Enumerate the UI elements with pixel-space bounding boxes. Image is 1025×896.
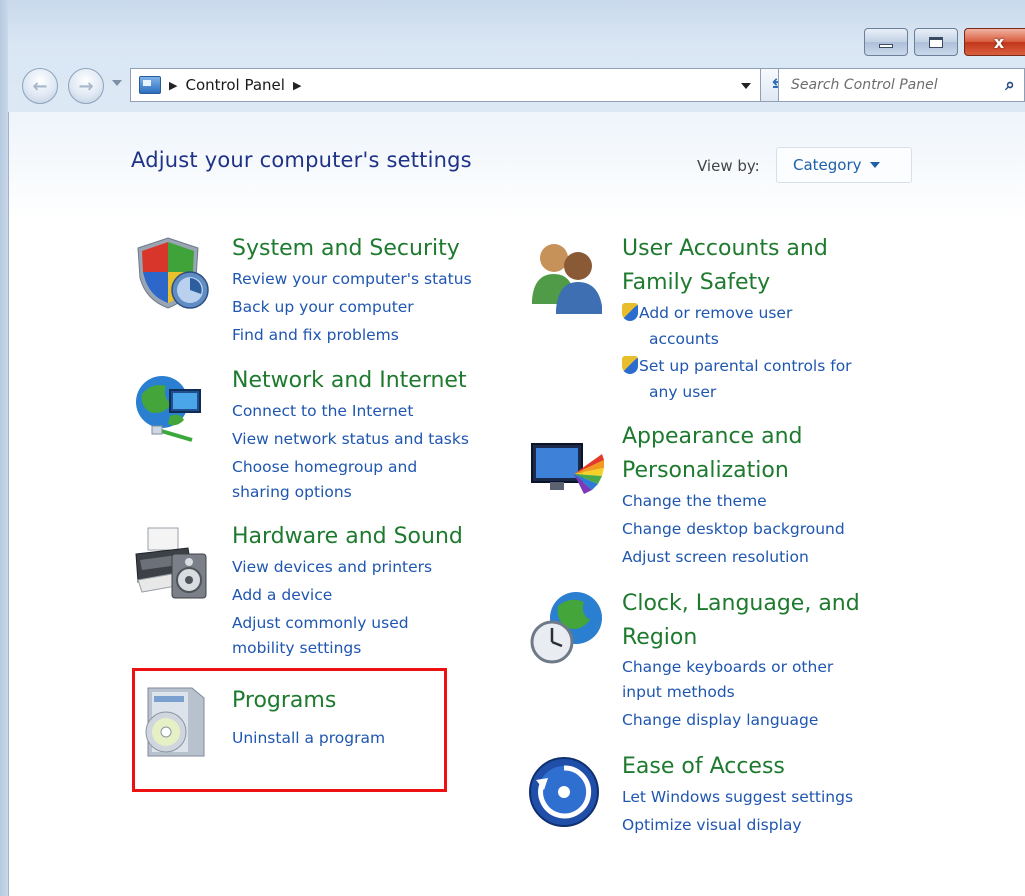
network-globe-icon[interactable] [132, 368, 210, 446]
link-change-theme[interactable]: Change the theme [622, 487, 767, 515]
close-button[interactable]: x [964, 28, 1025, 56]
link-view-network-status[interactable]: View network status and tasks [232, 425, 469, 453]
link-parental-controls-cont[interactable]: any user [649, 378, 716, 406]
link-change-display-language[interactable]: Change display language [622, 706, 818, 734]
maximize-icon [929, 36, 943, 48]
link-review-computer-status[interactable]: Review your computer's status [232, 265, 472, 293]
link-back-up-computer[interactable]: Back up your computer [232, 293, 414, 321]
recent-pages-dropdown[interactable] [112, 80, 122, 86]
search-input[interactable]: Search Control Panel ⌕ [778, 68, 1025, 102]
view-by-dropdown[interactable]: Category [776, 147, 912, 183]
category-clock-language-region[interactable]: Clock, Language, and [622, 587, 860, 621]
link-input-methods[interactable]: input methods [622, 678, 735, 706]
category-system-and-security[interactable]: System and Security [232, 232, 460, 266]
link-find-fix-problems[interactable]: Find and fix problems [232, 321, 399, 349]
link-add-remove-user[interactable]: Add or remove user [622, 299, 792, 327]
content-pane-edge [8, 112, 9, 896]
clock-globe-icon[interactable] [528, 588, 606, 666]
breadcrumb-control-panel[interactable]: Control Panel [185, 76, 284, 94]
close-icon: x [993, 32, 1005, 52]
uac-shield-icon [622, 356, 638, 374]
category-network-and-internet[interactable]: Network and Internet [232, 364, 467, 398]
page-title: Adjust your computer's settings [131, 148, 472, 172]
user-accounts-icon[interactable] [528, 236, 606, 314]
link-change-desktop-background[interactable]: Change desktop background [622, 515, 845, 543]
ease-of-access-icon[interactable] [526, 754, 604, 832]
shield-icon[interactable] [132, 234, 210, 312]
link-let-windows-suggest[interactable]: Let Windows suggest settings [622, 783, 853, 811]
link-adjust-screen-resolution[interactable]: Adjust screen resolution [622, 543, 809, 571]
uac-shield-icon [622, 303, 638, 321]
link-choose-homegroup[interactable]: Choose homegroup and [232, 453, 417, 481]
forward-arrow-icon: → [78, 75, 94, 97]
link-mobility-settings[interactable]: mobility settings [232, 634, 361, 662]
category-clock-language-region-line2[interactable]: Region [622, 621, 697, 655]
control-panel-icon [139, 76, 161, 94]
breadcrumb-separator-icon[interactable]: ▶ [293, 79, 301, 92]
highlight-rectangle [132, 668, 447, 792]
link-add-device[interactable]: Add a device [232, 581, 332, 609]
maximize-button[interactable] [914, 28, 958, 56]
link-view-devices-printers[interactable]: View devices and printers [232, 553, 432, 581]
category-ease-of-access[interactable]: Ease of Access [622, 750, 785, 784]
window-left-frame [0, 0, 8, 896]
link-connect-internet[interactable]: Connect to the Internet [232, 397, 413, 425]
appearance-monitor-icon[interactable] [528, 434, 606, 512]
link-parental-controls[interactable]: Set up parental controls for [622, 352, 852, 380]
category-appearance-line2[interactable]: Personalization [622, 454, 789, 488]
minimize-button[interactable] [864, 28, 908, 56]
chevron-down-icon [869, 162, 880, 168]
link-add-remove-user-cont[interactable]: accounts [649, 325, 719, 353]
search-placeholder: Search Control Panel [791, 77, 938, 93]
address-bar[interactable]: ▶ Control Panel ▶ [130, 68, 762, 102]
address-dropdown-icon[interactable] [741, 83, 751, 89]
link-adjust-mobility[interactable]: Adjust commonly used [232, 609, 409, 637]
category-user-accounts-line2[interactable]: Family Safety [622, 266, 770, 300]
printer-speaker-icon[interactable] [132, 524, 210, 602]
back-button[interactable]: ← [22, 68, 58, 104]
minimize-icon [879, 44, 893, 48]
back-arrow-icon: ← [32, 75, 48, 97]
category-user-accounts[interactable]: User Accounts and [622, 232, 828, 266]
view-by-value: Category [793, 156, 862, 174]
category-hardware-and-sound[interactable]: Hardware and Sound [232, 520, 463, 554]
category-appearance[interactable]: Appearance and [622, 420, 802, 454]
forward-button[interactable]: → [68, 68, 104, 104]
link-optimize-visual-display[interactable]: Optimize visual display [622, 811, 802, 839]
breadcrumb-separator-icon[interactable]: ▶ [169, 79, 177, 92]
link-sharing-options[interactable]: sharing options [232, 478, 352, 506]
search-icon[interactable]: ⌕ [996, 75, 1024, 95]
view-by-label: View by: [697, 157, 760, 175]
link-change-keyboards[interactable]: Change keyboards or other [622, 653, 833, 681]
